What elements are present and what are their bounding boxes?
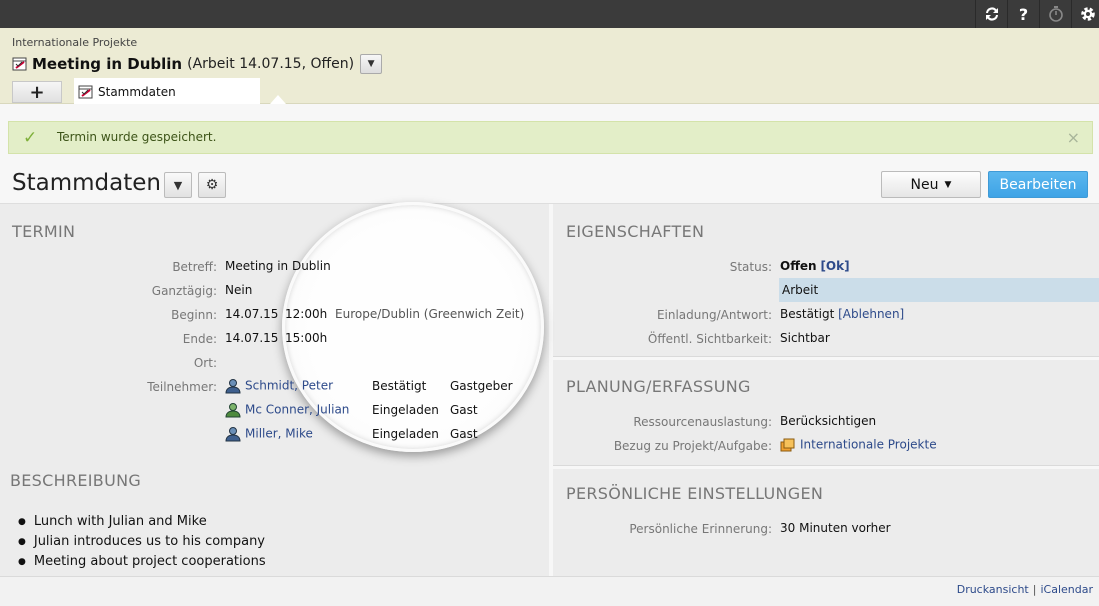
help-icon[interactable]: ? bbox=[1007, 0, 1039, 28]
bezug-label: Bezug zu Projekt/Aufgabe: bbox=[613, 439, 772, 453]
sync-icon[interactable] bbox=[975, 0, 1007, 28]
main-content: ✓ Termin wurde gespeichert. × Stammdaten… bbox=[0, 104, 1099, 606]
notice-text: Termin wurde gespeichert. bbox=[57, 130, 217, 144]
erinnerung-label: Persönliche Erinnerung: bbox=[629, 522, 772, 536]
participant-status: Bestätigt bbox=[372, 379, 427, 393]
ort-label: Ort: bbox=[193, 356, 217, 370]
erinnerung-value: 30 Minuten vorher bbox=[780, 521, 891, 535]
footer: Druckansicht | iCalendar bbox=[0, 576, 1099, 606]
person-icon bbox=[225, 402, 241, 418]
einladung-value-row: Bestätigt [Ablehnen] bbox=[780, 307, 904, 321]
title-dropdown-button[interactable]: ▼ bbox=[360, 54, 383, 74]
section-title-persoenlich: PERSÖNLICHE EINSTELLUNGEN bbox=[566, 484, 824, 503]
section-title-planung: PLANUNG/ERFASSUNG bbox=[566, 377, 751, 396]
betreff-value: Meeting in Dublin bbox=[225, 259, 331, 273]
participant-status: Eingeladen bbox=[372, 403, 439, 417]
edit-button[interactable]: Bearbeiten bbox=[988, 171, 1088, 198]
beginn-time: 12:00h bbox=[285, 307, 328, 321]
participant-status: Eingeladen bbox=[372, 427, 439, 441]
check-icon: ✓ bbox=[23, 128, 38, 148]
participant-row[interactable]: Miller, Mike bbox=[225, 426, 313, 442]
list-item: Meeting about project cooperations bbox=[18, 552, 266, 572]
icalendar-link[interactable]: iCalendar bbox=[1040, 583, 1093, 596]
chevron-down-icon: ▼ bbox=[173, 178, 183, 192]
participant-name[interactable]: Miller, Mike bbox=[245, 427, 313, 441]
status-label: Status: bbox=[729, 260, 772, 274]
category-bar bbox=[779, 278, 1099, 302]
list-item: Lunch with Julian and Mike bbox=[18, 512, 266, 532]
timer-icon[interactable] bbox=[1039, 0, 1071, 28]
breadcrumb[interactable]: Internationale Projekte bbox=[12, 36, 137, 49]
section-title-termin: TERMIN bbox=[12, 222, 76, 241]
description-list: Lunch with Julian and Mike Julian introd… bbox=[18, 512, 266, 572]
ende-date: 14.07.15 bbox=[225, 331, 279, 345]
teilnehmer-label: Teilnehmer: bbox=[147, 380, 217, 394]
ganztaegig-label: Ganztägig: bbox=[151, 284, 217, 298]
participant-row[interactable]: Mc Conner, Julian bbox=[225, 402, 349, 418]
gear-icon[interactable] bbox=[1071, 0, 1099, 28]
section-title-eigenschaften: EIGENSCHAFTEN bbox=[566, 222, 705, 241]
tab-pointer bbox=[270, 95, 286, 104]
tab-stammdaten[interactable]: Stammdaten bbox=[74, 78, 260, 105]
section-title-beschreibung: BESCHREIBUNG bbox=[10, 471, 142, 490]
participant-name[interactable]: Mc Conner, Julian bbox=[245, 403, 349, 417]
ende-label: Ende: bbox=[182, 332, 217, 346]
ressource-value: Berücksichtigen bbox=[780, 414, 877, 428]
appointment-icon bbox=[12, 56, 28, 72]
new-button-label: Neu bbox=[910, 176, 939, 193]
participant-row[interactable]: Schmidt, Peter bbox=[225, 378, 333, 394]
record-title: Meeting in Dublin bbox=[32, 55, 183, 73]
top-bar: ? bbox=[0, 0, 1099, 28]
print-view-link[interactable]: Druckansicht bbox=[957, 583, 1029, 596]
status-ok-link[interactable]: [Ok] bbox=[820, 259, 849, 273]
status-value-row: Offen [Ok] bbox=[780, 259, 850, 273]
ressource-label: Ressourcenauslastung: bbox=[633, 415, 772, 429]
project-icon bbox=[780, 437, 796, 453]
status-value: Offen bbox=[780, 259, 817, 273]
sichtbarkeit-label: Öffentl. Sichtbarkeit: bbox=[647, 332, 772, 346]
betreff-label: Betreff: bbox=[172, 260, 217, 274]
appointment-icon bbox=[78, 84, 94, 100]
chevron-down-icon: ▼ bbox=[367, 59, 375, 69]
participant-role: Gast bbox=[450, 403, 478, 417]
einladung-label: Einladung/Antwort: bbox=[656, 308, 772, 322]
new-button[interactable]: Neu ▼ bbox=[881, 171, 981, 198]
sichtbarkeit-value: Sichtbar bbox=[780, 331, 830, 345]
settings-button[interactable]: ⚙ bbox=[198, 172, 226, 198]
chevron-down-icon: ▼ bbox=[944, 179, 952, 190]
footer-separator: | bbox=[1032, 583, 1037, 596]
person-icon bbox=[225, 378, 241, 394]
tab-label: Stammdaten bbox=[98, 84, 176, 99]
title-row: Meeting in Dublin (Arbeit 14.07.15, Offe… bbox=[12, 54, 383, 74]
view-dropdown-button[interactable]: ▼ bbox=[164, 172, 192, 198]
ende-time: 15:00h bbox=[285, 331, 328, 345]
participant-role: Gast bbox=[450, 427, 478, 441]
page-title: Stammdaten bbox=[12, 170, 161, 196]
beginn-date: 14.07.15 bbox=[225, 307, 279, 321]
bezug-row[interactable]: Internationale Projekte bbox=[780, 437, 937, 453]
ganztaegig-value: Nein bbox=[225, 283, 253, 297]
participant-role: Gastgeber bbox=[450, 379, 513, 393]
list-item: Julian introduces us to his company bbox=[18, 532, 266, 552]
person-icon bbox=[225, 426, 241, 442]
einladung-value: Bestätigt bbox=[780, 307, 835, 321]
timezone-value: Europe/Dublin (Greenwich Zeit) bbox=[335, 307, 525, 321]
record-subtitle: (Arbeit 14.07.15, Offen) bbox=[187, 56, 355, 72]
beginn-label: Beginn: bbox=[171, 308, 217, 322]
ablehnen-link[interactable]: [Ablehnen] bbox=[838, 307, 904, 321]
success-notice: ✓ Termin wurde gespeichert. × bbox=[8, 121, 1093, 154]
category-value: Arbeit bbox=[782, 283, 819, 297]
close-icon[interactable]: × bbox=[1067, 128, 1080, 147]
record-header: Internationale Projekte Meeting in Dubli… bbox=[0, 28, 1099, 105]
add-tab-button[interactable]: + bbox=[12, 81, 62, 103]
participant-name[interactable]: Schmidt, Peter bbox=[245, 379, 333, 393]
gear-icon: ⚙ bbox=[205, 177, 219, 193]
footer-links: Druckansicht | iCalendar bbox=[957, 583, 1093, 596]
project-link[interactable]: Internationale Projekte bbox=[800, 438, 937, 452]
